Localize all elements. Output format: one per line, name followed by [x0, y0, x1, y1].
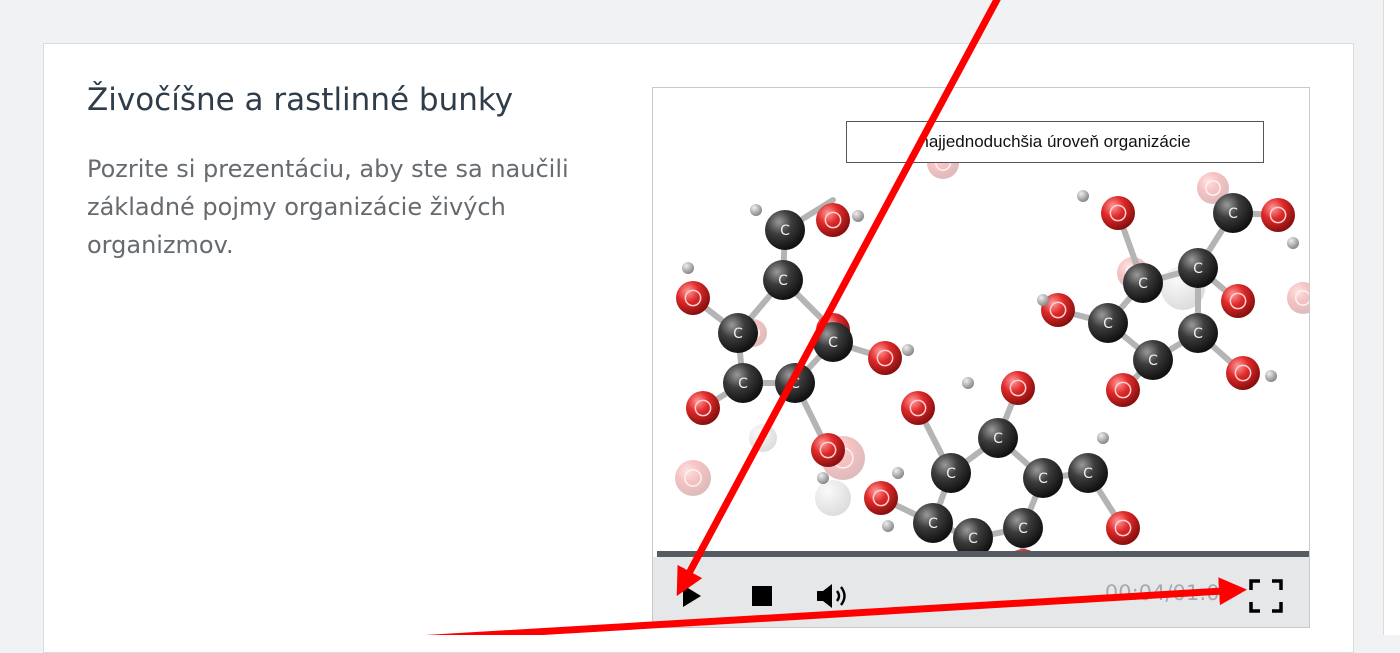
adjacent-panel-edge	[1383, 0, 1400, 635]
carbon-atom-label: C	[1228, 206, 1238, 222]
hydrogen-atom	[962, 377, 974, 389]
carbon-atom-label: C	[1038, 471, 1048, 487]
hydrogen-atom	[750, 204, 762, 216]
hydrogen-atom	[1077, 190, 1089, 202]
presentation-player[interactable]: C C C C C C C C C C C C C C C C C C C najjednoduchšia úrov…	[652, 87, 1310, 628]
carbon-atom-label: C	[928, 516, 938, 532]
carbon-atom-label: C	[1083, 466, 1093, 482]
oxygen-atom	[1001, 371, 1035, 405]
carbon-atom-label: C	[1148, 353, 1158, 369]
stop-icon	[752, 586, 772, 606]
oxygen-atom	[1106, 511, 1140, 545]
carbon-atom-label: C	[778, 273, 788, 289]
hydrogen-atom	[1265, 370, 1277, 382]
stop-button[interactable]	[751, 585, 773, 607]
oxygen-atom	[1106, 373, 1140, 407]
oxygen-atom	[868, 341, 902, 375]
carbon-atom-label: C	[790, 376, 800, 392]
background-atom	[1287, 282, 1309, 314]
fullscreen-icon	[1249, 579, 1283, 613]
oxygen-atom	[1101, 196, 1135, 230]
time-display: 00:04/01:05	[1104, 581, 1233, 605]
carbon-atom-label: C	[733, 326, 743, 342]
hydrogen-atom	[902, 344, 914, 356]
hydrogen-atom	[852, 210, 864, 222]
molecule-atoms: C C C C C C C C C C C C C C C C C C C	[676, 190, 1299, 552]
oxygen-atom	[686, 391, 720, 425]
carbon-atom-label: C	[780, 223, 790, 239]
carbon-atom-label: C	[1103, 316, 1113, 332]
oxygen-atom	[1226, 356, 1260, 390]
background-atom	[749, 424, 777, 452]
oxygen-atom	[1221, 284, 1255, 318]
oxygen-atom	[901, 391, 935, 425]
volume-icon	[817, 584, 846, 608]
oxygen-atom	[676, 281, 710, 315]
oxygen-atom	[1261, 198, 1295, 232]
hydrogen-atom	[1287, 237, 1299, 249]
hydrogen-atom	[682, 262, 694, 274]
lesson-title: Živočíšne a rastlinné bunky	[87, 82, 514, 118]
fullscreen-button[interactable]	[1249, 579, 1283, 613]
oxygen-atom	[864, 481, 898, 515]
carbon-atom-label: C	[993, 431, 1003, 447]
slide-caption: najjednoduchšia úroveň organizácie	[846, 121, 1264, 163]
hydrogen-atom	[1097, 432, 1109, 444]
carbon-atom-label: C	[1138, 276, 1148, 292]
carbon-atom-label: C	[738, 376, 748, 392]
play-button[interactable]	[681, 583, 703, 609]
oxygen-atom	[811, 433, 845, 467]
hydrogen-atom	[1037, 294, 1049, 306]
carbon-atom-label: C	[968, 531, 978, 547]
carbon-atom-label: C	[828, 335, 838, 351]
lesson-description: Pozrite si prezentáciu, aby ste sa nauči…	[87, 155, 569, 259]
background-atom	[815, 480, 851, 516]
hydrogen-atom	[817, 472, 829, 484]
player-controls: 00:04/01:05	[653, 557, 1309, 627]
carbon-atom-label: C	[946, 466, 956, 482]
hydrogen-atom	[882, 520, 894, 532]
volume-button[interactable]	[815, 581, 861, 611]
background-atom	[675, 460, 711, 496]
play-icon	[683, 585, 701, 607]
carbon-atom-label: C	[1193, 261, 1203, 277]
hydrogen-atom	[892, 467, 904, 479]
oxygen-atom	[816, 203, 850, 237]
carbon-atom-label: C	[1018, 521, 1028, 537]
carbon-atom-label: C	[1193, 326, 1203, 342]
